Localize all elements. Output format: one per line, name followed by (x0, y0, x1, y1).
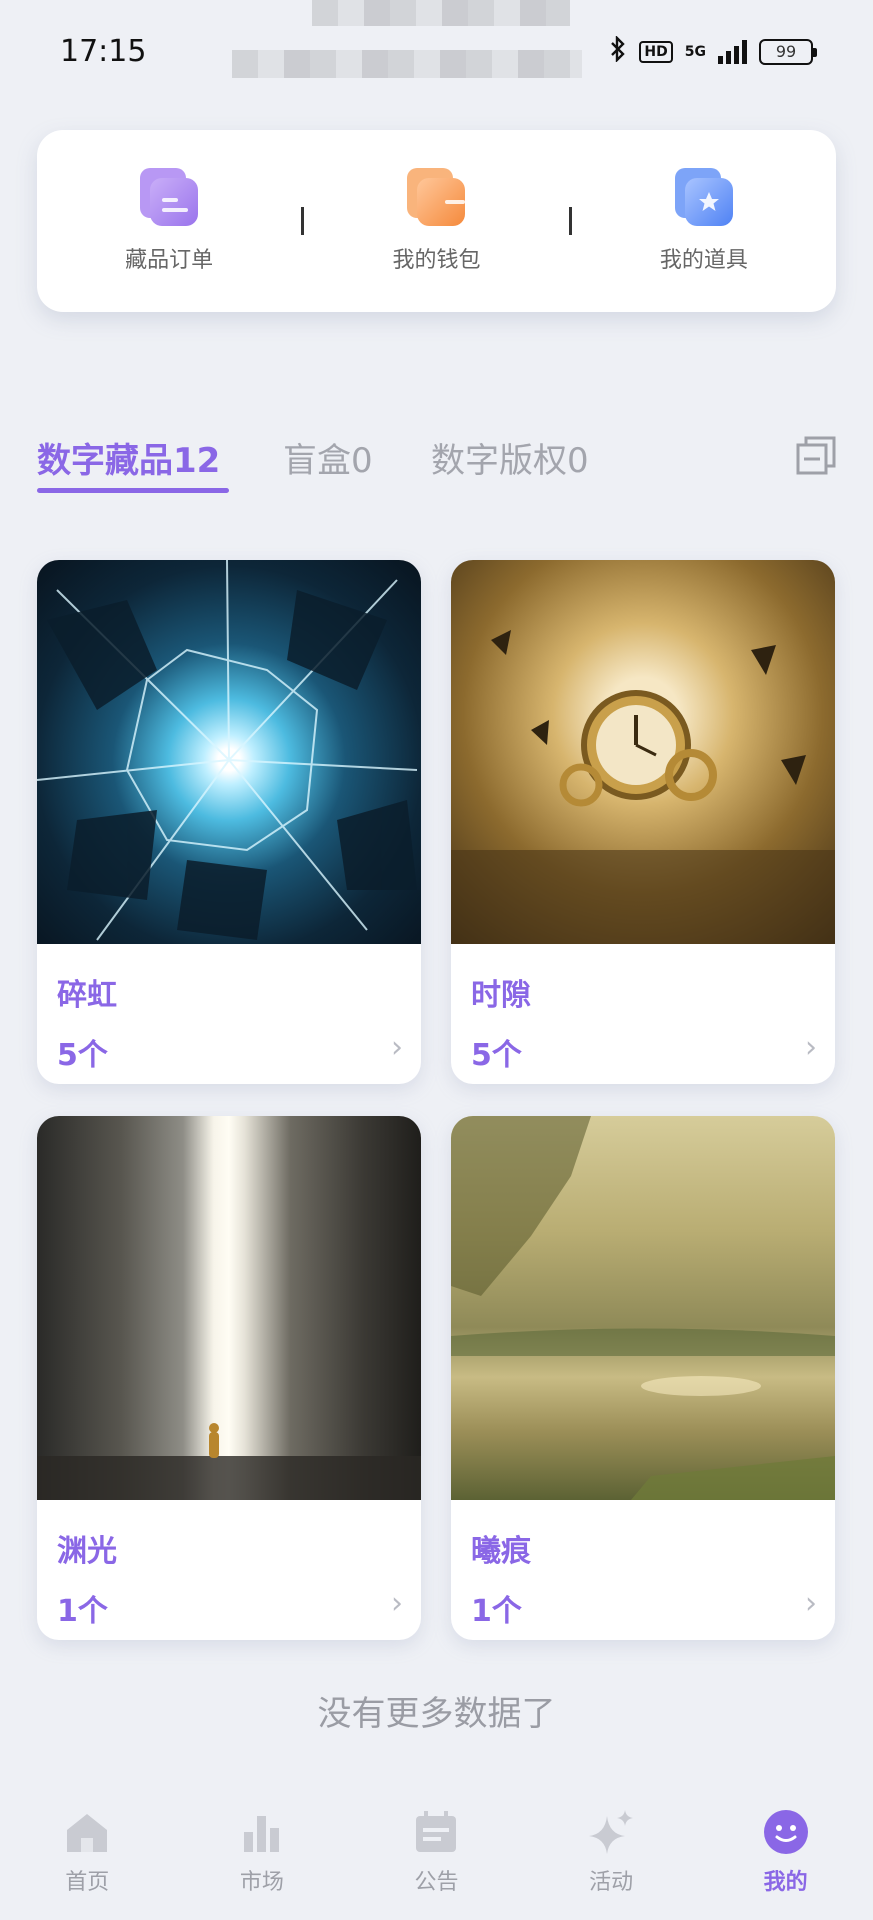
status-time: 17:15 (60, 34, 147, 69)
chevron-right-icon: › (805, 1030, 817, 1065)
nav-label: 活动 (589, 1870, 634, 1895)
quick-action-label: 我的道具 (659, 248, 748, 273)
bottom-nav: 首页 市场 公告 活动 我的 (0, 1780, 873, 1920)
collection-card[interactable]: 渊光 1个 › (37, 1116, 421, 1640)
nav-label: 市场 (239, 1870, 284, 1895)
collection-card[interactable]: 碎虹 5个 › (37, 560, 421, 1084)
market-bars-icon (243, 1816, 279, 1852)
chevron-right-icon: › (391, 1586, 403, 1621)
nav-label: 首页 (65, 1870, 110, 1895)
profile-smile-icon (763, 1810, 808, 1854)
status-bar: 17:15 HD 5G 99 (0, 0, 873, 100)
tab-active-indicator (37, 488, 229, 493)
layout-toggle-icon[interactable] (795, 435, 837, 477)
quick-action-props[interactable]: 我的道具 (572, 168, 836, 274)
blurred-notification (232, 50, 582, 78)
no-more-data-text: 没有更多数据了 (317, 1694, 556, 1734)
collection-image (37, 1116, 421, 1500)
collection-count: 1个 (57, 1594, 108, 1629)
quick-action-label: 我的钱包 (392, 248, 481, 273)
collection-count: 5个 (57, 1038, 108, 1073)
bluetooth-icon (609, 35, 627, 68)
collection-title: 曦痕 (471, 1534, 531, 1569)
collection-card[interactable]: 时隙 5个 › (451, 560, 835, 1084)
collection-image (37, 560, 421, 944)
quick-action-wallet[interactable]: 我的钱包 (304, 168, 568, 274)
status-icons: HD 5G 99 (609, 35, 817, 68)
collection-image (451, 1116, 835, 1500)
nav-item-activity[interactable]: 活动 (524, 1780, 699, 1920)
quick-actions-card: 藏品订单 我的钱包 我的道具 (37, 130, 836, 312)
collection-count: 5个 (471, 1038, 522, 1073)
nav-item-profile[interactable]: 我的 (698, 1780, 873, 1920)
nav-item-market[interactable]: 市场 (175, 1780, 350, 1920)
collection-card[interactable]: 曦痕 1个 › (451, 1116, 835, 1640)
nav-item-announcement[interactable]: 公告 (349, 1780, 524, 1920)
signal-icon (718, 40, 747, 64)
collection-image (451, 560, 835, 944)
sparkle-icon (589, 1810, 634, 1854)
home-icon (67, 1814, 108, 1852)
hd-badge: HD (639, 41, 673, 63)
battery-icon: 99 (759, 39, 817, 65)
blurred-notification (312, 0, 570, 26)
collection-title: 时隙 (471, 978, 531, 1013)
nav-label: 我的 (763, 1870, 808, 1895)
quick-action-label: 藏品订单 (125, 248, 214, 273)
announcement-icon (416, 1811, 457, 1852)
collection-tabs: 数字藏品12 盲盒0 数字版权0 (37, 425, 837, 495)
orders-icon (140, 168, 199, 226)
chevron-right-icon: › (391, 1030, 403, 1065)
tab-digital-copyright[interactable]: 数字版权0 (431, 433, 589, 482)
wallet-icon (407, 168, 466, 226)
tab-digital-collections[interactable]: 数字藏品12 (37, 433, 220, 482)
network-label: 5G (684, 44, 706, 60)
collection-title: 碎虹 (57, 978, 117, 1013)
chevron-right-icon: › (805, 1586, 817, 1621)
tab-blind-box[interactable]: 盲盒0 (283, 433, 373, 482)
collection-title: 渊光 (57, 1534, 117, 1569)
nav-item-home[interactable]: 首页 (0, 1780, 175, 1920)
nav-label: 公告 (414, 1870, 459, 1895)
props-star-icon (674, 168, 733, 226)
collection-count: 1个 (471, 1594, 522, 1629)
quick-action-orders[interactable]: 藏品订单 (37, 168, 301, 274)
